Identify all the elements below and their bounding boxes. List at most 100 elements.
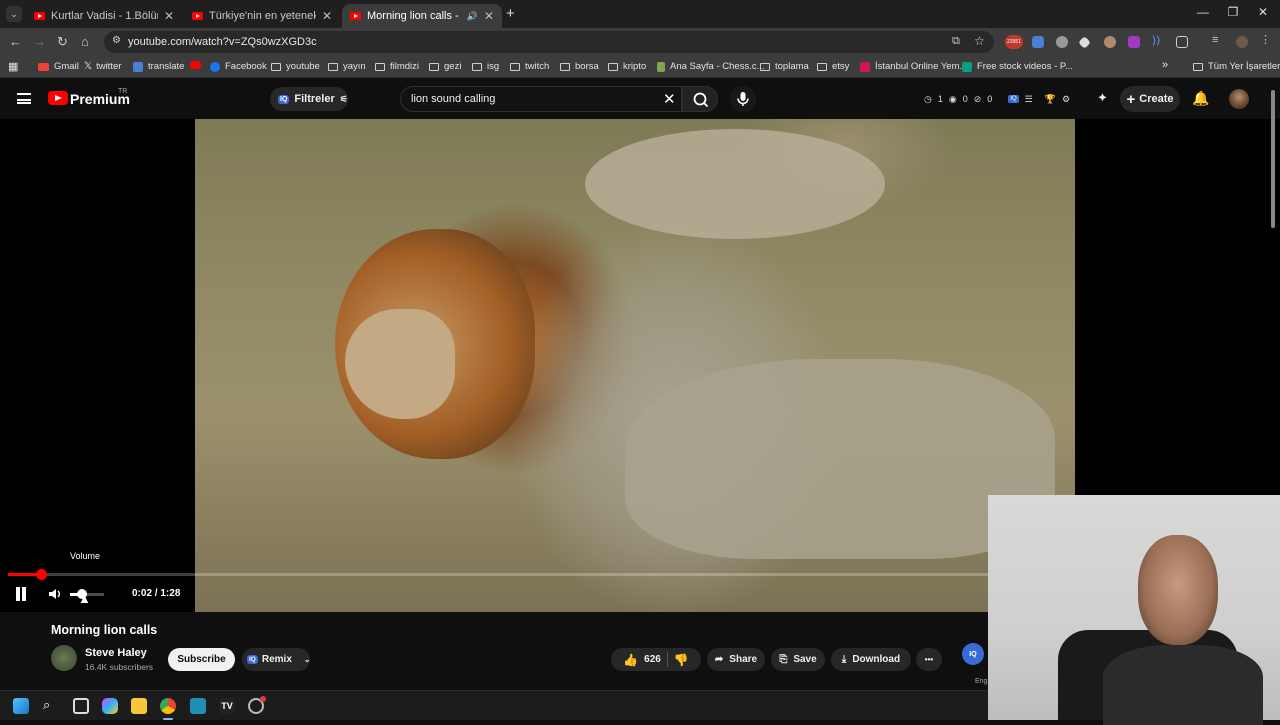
notifications-bell-icon[interactable]: 🔔 — [1192, 90, 1209, 107]
install-app-icon[interactable]: ⧉ — [952, 35, 960, 48]
browser-tab-active[interactable]: Morning lion calls - YouTub 🔊 ✕ — [342, 4, 502, 28]
tradingview-icon[interactable]: TV — [219, 698, 235, 714]
address-bar[interactable]: ⚙ youtube.com/watch?v=ZQs0wzXGD3c ⧉ ☆ — [104, 31, 994, 53]
profile-avatar-icon[interactable] — [1236, 36, 1248, 48]
bookmark-gmail[interactable]: Gmail — [38, 61, 79, 72]
reading-list-icon[interactable]: ≡ — [1212, 34, 1224, 46]
list-icon[interactable]: ☰ — [1025, 94, 1033, 105]
share-button[interactable]: ➦ Share — [707, 648, 765, 671]
bookmark-star-icon[interactable]: ☆ — [974, 34, 985, 48]
like-button[interactable]: 👍 626 — [623, 653, 661, 667]
scrubber-handle[interactable] — [36, 569, 48, 580]
page-scrollbar[interactable] — [1271, 90, 1275, 228]
iq-panel-button[interactable]: IQ — [962, 643, 984, 665]
apps-grid-icon[interactable]: ▦ — [8, 60, 18, 73]
back-arrow-icon[interactable]: ← — [9, 34, 22, 49]
youtube-logo-icon[interactable] — [48, 91, 68, 105]
pause-icon[interactable] — [15, 587, 27, 601]
browser-menu-icon[interactable]: ⋮ — [1260, 33, 1272, 46]
site-info-icon[interactable]: ⚙ — [112, 35, 121, 46]
thumbs-down-icon[interactable]: 👎 — [674, 653, 689, 667]
create-button[interactable]: + Create — [1120, 86, 1180, 112]
close-tab-icon[interactable]: ✕ — [484, 9, 494, 23]
progress-bar[interactable] — [8, 569, 988, 580]
task-view-icon[interactable] — [73, 698, 89, 714]
bookmark-folder[interactable]: kripto — [608, 61, 646, 72]
close-tab-icon[interactable]: ✕ — [322, 9, 332, 23]
extension-icon[interactable] — [1078, 36, 1091, 49]
browser-tab[interactable]: Türkiye'nin en yetenekli insanı ✕ — [184, 4, 340, 28]
gmail-icon — [38, 62, 49, 71]
bookmark-folder[interactable]: yayın — [328, 61, 366, 72]
bookmark-facebook[interactable]: Facebook — [210, 61, 267, 72]
chrome-icon[interactable] — [160, 698, 176, 714]
download-button[interactable]: ⤓ Download — [831, 648, 911, 671]
app-icon[interactable] — [190, 698, 206, 714]
file-explorer-icon[interactable] — [131, 698, 147, 714]
forward-arrow-icon[interactable]: → — [33, 34, 46, 49]
browser-tab[interactable]: Kurtlar Vadisi - 1.Bölüm / @Res ✕ — [26, 4, 182, 28]
search-button[interactable] — [682, 86, 718, 112]
time-total: 1:28 — [160, 588, 181, 599]
bookmark-pexels[interactable]: Free stock videos - P... — [962, 61, 1073, 72]
reload-icon[interactable]: ↻ — [57, 34, 68, 50]
tab-label: Morning lion calls - YouTub — [367, 10, 461, 22]
all-bookmarks-button[interactable]: Tüm Yer İşaretleri — [1193, 61, 1280, 72]
bookmarks-overflow-icon[interactable]: » — [1162, 59, 1168, 71]
iq-extension-icon[interactable]: IQ — [1008, 95, 1019, 103]
bookmark-folder[interactable]: filmdizi — [375, 61, 419, 72]
filters-button[interactable]: IQ Filtreler ⚟ — [270, 87, 348, 111]
remix-button[interactable]: IQ Remix ⌄ — [242, 648, 311, 671]
save-button[interactable]: ⎘ Save — [771, 648, 825, 671]
subscribe-button[interactable]: Subscribe — [168, 648, 235, 671]
bookmark-chess[interactable]: Ana Sayfa - Chess.c... — [657, 61, 765, 72]
search-input[interactable]: lion sound calling ✕ — [400, 86, 682, 112]
extensions-puzzle-icon[interactable] — [1176, 36, 1188, 48]
video-frame-lion[interactable] — [195, 119, 1075, 612]
restore-window-icon[interactable]: ❐ — [1218, 5, 1248, 19]
settings-icon[interactable]: ⚙ — [1062, 94, 1070, 105]
bookmark-folder[interactable]: twitch — [510, 61, 549, 72]
volume-icon[interactable] — [47, 585, 65, 603]
bookmark-folder[interactable]: gezi — [429, 61, 461, 72]
close-tab-icon[interactable]: ✕ — [164, 9, 174, 23]
close-window-icon[interactable]: ✕ — [1248, 5, 1278, 19]
bookmark-twitter[interactable]: 𝕏twitter — [84, 61, 121, 72]
user-avatar[interactable] — [1229, 89, 1249, 109]
windows-start-icon[interactable] — [13, 698, 29, 714]
bookmark-folder[interactable]: toplama — [760, 61, 809, 72]
audio-playing-icon[interactable]: 🔊 — [467, 11, 478, 22]
bookmark-yemeksepeti[interactable]: İstanbul Online Yem... — [860, 61, 967, 72]
extension-icon[interactable] — [1056, 36, 1068, 48]
extension-icon[interactable] — [1128, 36, 1140, 48]
create-label: Create — [1139, 93, 1174, 105]
trophy-icon[interactable]: 🏆 — [1045, 94, 1056, 105]
minimize-window-icon[interactable]: — — [1188, 5, 1218, 19]
iq-extension-icon: IQ — [247, 655, 258, 664]
channel-avatar[interactable] — [51, 645, 77, 671]
home-icon[interactable]: ⌂ — [81, 34, 89, 49]
new-tab-button[interactable]: + — [506, 5, 515, 22]
translate-extension-icon[interactable] — [1032, 36, 1044, 48]
bookmark-translate[interactable]: translate — [133, 61, 184, 72]
extension-badge-icon[interactable]: 23951 — [1005, 35, 1023, 49]
clear-search-icon[interactable]: ✕ — [663, 90, 676, 108]
person-head — [1138, 535, 1218, 645]
extension-sparkle-icon[interactable]: ✦ — [1097, 90, 1108, 106]
extension-icon[interactable]: ⟩⟩ — [1152, 34, 1164, 47]
bookmark-icon: ⎘ — [779, 654, 788, 665]
more-actions-button[interactable]: ••• — [916, 648, 942, 671]
tab-search-button[interactable]: ⌄ — [6, 6, 22, 22]
bookmark-folder[interactable]: etsy — [817, 61, 849, 72]
bookmark-label: kripto — [623, 61, 647, 72]
bookmark-folder[interactable]: isg — [472, 61, 499, 72]
extension-icon[interactable] — [1104, 36, 1116, 48]
copilot-icon[interactable] — [102, 698, 118, 714]
bookmark-youtube-icon[interactable] — [190, 61, 206, 69]
voice-search-button[interactable] — [730, 86, 756, 112]
bookmark-folder[interactable]: borsa — [560, 61, 599, 72]
menu-hamburger-icon[interactable] — [17, 93, 31, 104]
channel-name[interactable]: Steve Haley — [85, 647, 147, 659]
search-icon[interactable]: ⌕ — [43, 697, 59, 713]
bookmark-folder[interactable]: youtube — [271, 61, 320, 72]
